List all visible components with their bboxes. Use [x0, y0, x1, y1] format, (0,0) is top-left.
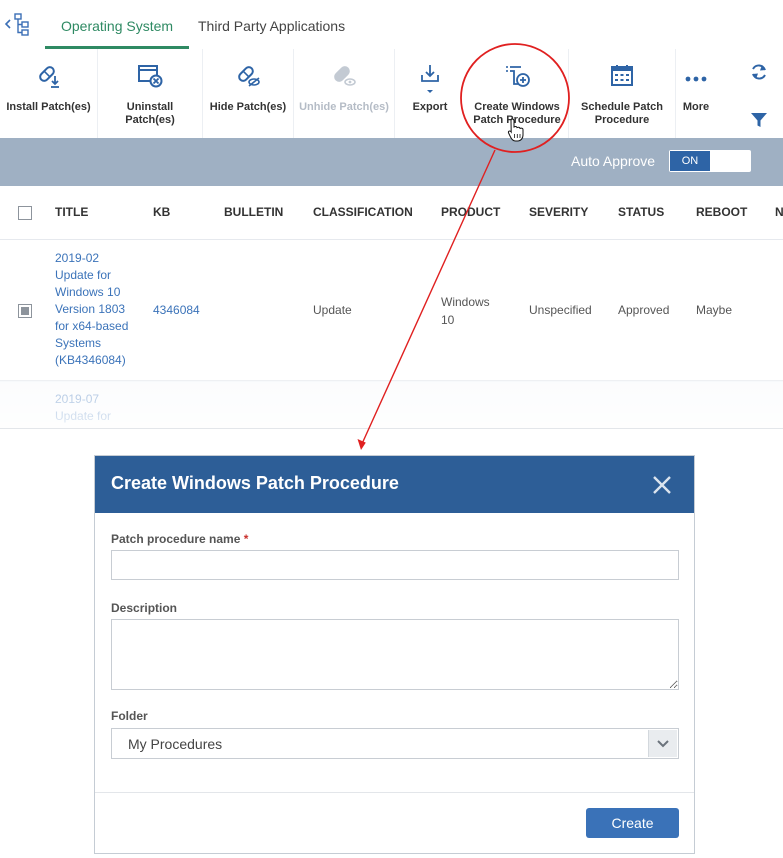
column-header-bulletin[interactable]: BULLETIN [224, 205, 283, 219]
create-procedure-icon [504, 63, 530, 89]
product-line: 10 [441, 313, 455, 327]
uninstall-patches-label: Uninstall Patch(es) [125, 101, 175, 126]
export-button[interactable]: Export [395, 49, 465, 138]
chevron-down-icon[interactable] [648, 730, 677, 757]
tab-third-party-applications[interactable]: Third Party Applications [182, 0, 361, 48]
column-header-truncated[interactable]: N [775, 205, 783, 219]
tab-operating-system[interactable]: Operating System [45, 0, 190, 49]
create-windows-patch-procedure-button[interactable]: Create Windows Patch Procedure [466, 49, 568, 138]
tab-bar: Operating System Third Party Application… [0, 0, 783, 50]
uninstall-patch-icon [137, 63, 163, 89]
title-line: Windows 10 [55, 285, 121, 299]
uninstall-patches-button[interactable]: Uninstall Patch(es) [98, 49, 202, 138]
patch-procedure-name-input[interactable] [111, 550, 679, 580]
column-header-kb[interactable]: KB [153, 205, 170, 219]
export-label: Export [412, 101, 448, 113]
row-checkbox[interactable] [18, 304, 32, 318]
unhide-patches-button[interactable]: Unhide Patch(es) [294, 49, 394, 138]
more-button[interactable]: More [676, 49, 716, 138]
dialog-header: Create Windows Patch Procedure [95, 456, 694, 513]
column-header-status[interactable]: STATUS [618, 205, 664, 219]
column-header-product[interactable]: PRODUCT [441, 205, 500, 219]
close-icon[interactable] [649, 472, 675, 498]
severity-cell: Unspecified [529, 303, 592, 317]
create-button[interactable]: Create [586, 808, 679, 838]
schedule-patch-procedure-label: Schedule Patch Procedure [581, 101, 663, 126]
column-header-classification[interactable]: CLASSIFICATION [313, 205, 413, 219]
title-line: Version 1803 [55, 302, 126, 316]
select-all-checkbox[interactable] [18, 206, 32, 220]
title-line: Systems [55, 336, 102, 350]
hide-patches-button[interactable]: Hide Patch(es) [203, 49, 293, 138]
folder-select-value: My Procedures [128, 736, 223, 752]
refresh-icon[interactable] [749, 62, 769, 82]
title-line: Update for [55, 268, 112, 282]
product-line: Windows [441, 295, 490, 309]
patch-title-link[interactable]: 2019-07 Update for [55, 391, 137, 425]
create-patch-procedure-dialog: Create Windows Patch Procedure Patch pro… [94, 455, 695, 854]
title-line: Update for [55, 409, 112, 423]
hide-patches-label: Hide Patch(es) [209, 101, 287, 113]
table-header: TITLE KB BULLETIN CLASSIFICATION PRODUCT… [0, 186, 783, 240]
classification-cell: Update [313, 303, 352, 317]
auto-approve-toggle[interactable]: ON [669, 150, 751, 172]
column-header-reboot[interactable]: REBOOT [696, 205, 747, 219]
patch-title-link[interactable]: 2019-02 Update for Windows 10 Version 18… [55, 250, 137, 369]
tree-toggle-icon[interactable] [2, 12, 34, 36]
dialog-title: Create Windows Patch Procedure [111, 473, 399, 493]
product-cell: Windows 10 [441, 293, 490, 329]
pointer-arrow-head [357, 439, 366, 450]
install-patches-button[interactable]: Install Patch(es) [0, 49, 97, 138]
column-header-severity[interactable]: SEVERITY [529, 205, 588, 219]
install-patches-label: Install Patch(es) [6, 101, 91, 113]
column-header-title[interactable]: TITLE [55, 205, 88, 219]
patch-procedure-name-label: Patch procedure name * [111, 532, 248, 546]
more-label: More [682, 101, 710, 113]
unhide-patches-label: Unhide Patch(es) [299, 101, 389, 113]
toggle-state: ON [670, 151, 710, 171]
reboot-cell: Maybe [696, 303, 733, 317]
folder-label: Folder [111, 709, 148, 723]
unhide-patch-icon [331, 63, 357, 89]
schedule-patch-procedure-button[interactable]: Schedule Patch Procedure [569, 49, 675, 138]
create-windows-patch-procedure-label: Create Windows Patch Procedure [473, 101, 561, 126]
description-textarea[interactable] [111, 619, 679, 690]
auto-approve-bar: Auto Approve ON [0, 138, 783, 186]
name-label-text: Patch procedure name [111, 532, 241, 546]
export-icon [417, 63, 443, 93]
more-dots-icon [683, 73, 709, 99]
title-line: (KB4346084) [55, 353, 126, 367]
calendar-icon [609, 63, 635, 89]
install-patch-icon [36, 63, 62, 89]
title-line: 2019-07 [55, 392, 100, 406]
hide-patch-icon [235, 63, 261, 89]
toolbar: Install Patch(es) Uninstall Patch(es) Hi… [0, 49, 783, 138]
dialog-footer-divider [95, 792, 694, 793]
kb-link[interactable]: 4346084 [153, 303, 200, 317]
folder-select[interactable]: My Procedures [111, 728, 679, 759]
title-line: for x64-based [55, 319, 129, 333]
auto-approve-label: Auto Approve [571, 153, 656, 169]
title-line: 2019-02 [55, 251, 100, 265]
required-mark: * [243, 532, 249, 546]
description-label: Description [111, 601, 178, 615]
filter-icon[interactable] [749, 110, 769, 130]
status-cell: Approved [618, 303, 670, 317]
patch-management-panel: Operating System Third Party Application… [0, 0, 783, 429]
table-row[interactable]: 2019-02 Update for Windows 10 Version 18… [0, 240, 783, 381]
table-row[interactable]: 2019-07 Update for [0, 381, 783, 428]
